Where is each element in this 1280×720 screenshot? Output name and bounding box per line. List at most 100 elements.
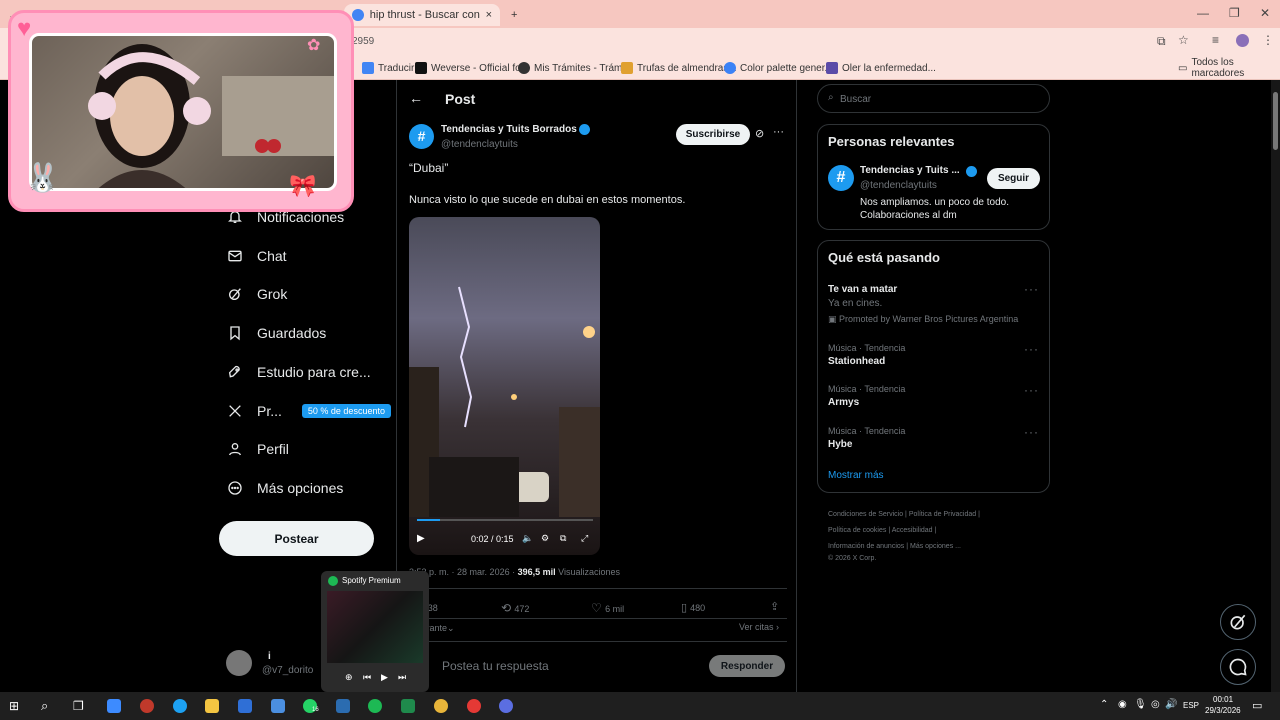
- spotify-icon[interactable]: [368, 699, 382, 713]
- sort-replies-dropdown[interactable]: vante⌄: [425, 623, 455, 634]
- profile-avatar[interactable]: [1236, 34, 1249, 47]
- reply-button[interactable]: Responder: [709, 655, 785, 677]
- bookmark-item[interactable]: Color palette gener...: [724, 60, 833, 76]
- tray-chevron-icon[interactable]: ⌃: [1100, 699, 1108, 710]
- author-handle[interactable]: @tendenclaytuits: [441, 139, 518, 150]
- search-icon[interactable]: ⌕: [41, 698, 48, 714]
- notifications-icon[interactable]: ▭: [1252, 699, 1262, 712]
- share-icon[interactable]: ⇪: [770, 600, 779, 613]
- url-text[interactable]: 2959: [352, 36, 374, 47]
- like-button[interactable]: ♡ 6 mil: [591, 601, 624, 615]
- settings-icon[interactable]: ⚙: [541, 533, 549, 544]
- repost-button[interactable]: ⟲ 472: [501, 601, 529, 615]
- minimize-icon[interactable]: —: [1197, 6, 1209, 20]
- file-explorer-icon[interactable]: [205, 699, 219, 713]
- nav-chat[interactable]: Chat: [227, 248, 287, 264]
- post-button[interactable]: Postear: [219, 521, 374, 556]
- follow-button[interactable]: Seguir: [987, 168, 1040, 189]
- play-icon[interactable]: ▶: [417, 533, 425, 544]
- back-arrow-icon[interactable]: ←: [409, 90, 423, 106]
- nav-grok[interactable]: Grok: [227, 286, 287, 302]
- footer-link[interactable]: Información de anuncios: [828, 543, 904, 550]
- copilot-icon[interactable]: [107, 699, 121, 713]
- footer-link[interactable]: Política de Privacidad: [909, 511, 976, 518]
- show-more-link[interactable]: Mostrar más: [828, 470, 884, 481]
- footer-link[interactable]: Condiciones de Servicio: [828, 511, 903, 518]
- menu-icon[interactable]: ⋮: [1262, 33, 1274, 47]
- account-avatar[interactable]: [226, 650, 252, 676]
- spotify-shuffle-icon[interactable]: ⊕: [345, 672, 353, 683]
- trend-name[interactable]: Armys: [828, 397, 859, 408]
- spotify-taskbar-preview[interactable]: Spotify Premium ⊕ ⏮ ▶ ⏭: [321, 571, 429, 692]
- tray-app-icon[interactable]: ◉: [1118, 699, 1127, 710]
- more-icon[interactable]: ···: [1024, 425, 1039, 439]
- task-view-icon[interactable]: ❐: [73, 699, 84, 713]
- grok-float-button[interactable]: [1220, 604, 1256, 640]
- star-icon[interactable]: ☆: [1178, 33, 1189, 47]
- more-icon[interactable]: ···: [1024, 342, 1039, 356]
- nav-bookmarks[interactable]: Guardados: [227, 325, 326, 341]
- pip-icon[interactable]: ⧉: [560, 533, 566, 544]
- network-icon[interactable]: ◎: [1151, 699, 1160, 710]
- clock-date[interactable]: 29/3/2026: [1205, 706, 1241, 715]
- microphone-icon[interactable]: 🎙: [1134, 699, 1147, 710]
- windows-start-icon[interactable]: ⊞: [9, 699, 19, 713]
- author-name[interactable]: Tendencias y Tuits Borrados: [441, 124, 577, 135]
- ver-citas-link[interactable]: Ver citas ›: [739, 622, 779, 632]
- video-progress-track[interactable]: [417, 519, 593, 521]
- bookmarks-folder[interactable]: ▭ Todos los marcadores: [1178, 57, 1280, 79]
- chrome-profile-icon[interactable]: [499, 699, 513, 713]
- trend-name[interactable]: Stationhead: [828, 356, 885, 367]
- scrollbar[interactable]: [1271, 80, 1280, 692]
- install-icon[interactable]: ⧉: [1157, 34, 1166, 49]
- extensions-icon[interactable]: ≡: [1212, 33, 1219, 47]
- chrome-icon[interactable]: [434, 699, 448, 713]
- chat-float-button[interactable]: [1220, 649, 1256, 685]
- footer-link[interactable]: Política de cookies: [828, 527, 886, 534]
- play-icon[interactable]: ▶: [381, 672, 388, 683]
- relevant-avatar[interactable]: #: [828, 165, 854, 191]
- search-input[interactable]: ⌕ Buscar: [817, 84, 1050, 113]
- media-player-icon[interactable]: [467, 699, 481, 713]
- subscribe-button[interactable]: Suscribirse: [676, 124, 750, 145]
- nav-creator-studio[interactable]: Estudio para cre...: [227, 364, 371, 380]
- footer-link[interactable]: Más opciones ...: [910, 543, 961, 550]
- grok-icon[interactable]: ⊘: [755, 127, 764, 140]
- bookmark-item[interactable]: Traducir: [362, 60, 414, 76]
- new-tab-button[interactable]: +: [503, 4, 525, 26]
- store-icon[interactable]: [336, 699, 350, 713]
- close-window-icon[interactable]: ✕: [1260, 6, 1270, 20]
- app-icon[interactable]: [140, 699, 154, 713]
- volume-icon[interactable]: 🔊: [1165, 699, 1177, 710]
- bookmark-button[interactable]: ▯ 480: [681, 601, 705, 614]
- excel-icon[interactable]: [401, 699, 415, 713]
- calculator-icon[interactable]: [271, 699, 285, 713]
- reply-input[interactable]: Postea tu respuesta: [442, 659, 549, 673]
- nav-premium[interactable]: Pr... 50 % de descuento: [227, 403, 391, 419]
- next-icon[interactable]: ⏭: [398, 672, 406, 683]
- footer-link[interactable]: Accesibilidad: [892, 527, 933, 534]
- trend-name[interactable]: Hybe: [828, 439, 852, 450]
- maximize-icon[interactable]: ❐: [1229, 6, 1240, 20]
- scrollbar-thumb[interactable]: [1273, 92, 1278, 150]
- mail-icon[interactable]: [238, 699, 252, 713]
- promo-name[interactable]: Te van a matar: [828, 284, 897, 295]
- bookmark-item[interactable]: Oler la enfermedad...: [826, 60, 936, 76]
- bookmark-item[interactable]: Mis Trámites - Trámi...: [518, 60, 633, 76]
- author-avatar[interactable]: #: [409, 124, 434, 149]
- language-indicator[interactable]: ESP: [1183, 701, 1199, 710]
- more-icon[interactable]: ···: [773, 126, 784, 138]
- fullscreen-icon[interactable]: ⤢: [581, 533, 588, 544]
- relevant-name[interactable]: Tendencias y Tuits ...: [860, 165, 960, 176]
- video-player[interactable]: ▶ 0:02 / 0:15 🔈 ⚙ ⧉ ⤢: [409, 217, 600, 555]
- more-icon[interactable]: ···: [1024, 383, 1039, 397]
- tab-google-search[interactable]: hip thrust - Buscar con Google ×: [344, 4, 500, 26]
- bookmark-item[interactable]: Weverse - Official fo...: [415, 60, 529, 76]
- nav-profile[interactable]: Perfil: [227, 441, 289, 457]
- bookmark-item[interactable]: Trufas de almendras...: [621, 60, 737, 76]
- volume-icon[interactable]: 🔈: [522, 533, 533, 544]
- nav-more-options[interactable]: Más opciones: [227, 480, 343, 496]
- clock-time[interactable]: 00:01: [1213, 695, 1233, 704]
- more-icon[interactable]: ···: [1024, 282, 1039, 296]
- close-icon[interactable]: ×: [486, 9, 492, 21]
